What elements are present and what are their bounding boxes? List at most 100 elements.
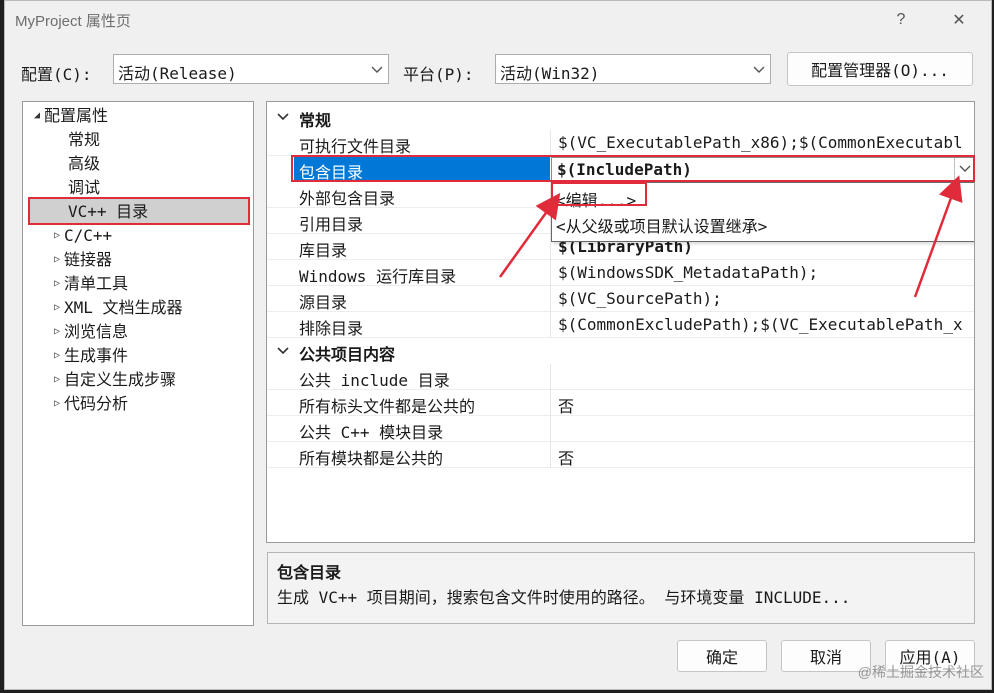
- chevron-down-icon[interactable]: [276, 110, 290, 124]
- property-row[interactable]: 可执行文件目录 $(VC_ExecutablePath_x86);$(Commo…: [267, 130, 974, 156]
- property-row[interactable]: 所有标头文件都是公共的 否: [267, 390, 974, 417]
- tree-item-cpp[interactable]: ▷ C/C++: [50, 224, 112, 248]
- property-name: 所有模块都是公共的: [299, 449, 444, 468]
- tree-item-code-analysis[interactable]: ▷ 代码分析: [50, 392, 128, 416]
- property-name: 库目录: [299, 241, 348, 260]
- description-text: 生成 VC++ 项目期间，搜索包含文件时使用的路径。 与环境变量 INCLUDE…: [277, 588, 851, 607]
- tree-item-vc-directories[interactable]: VC++ 目录: [68, 200, 148, 224]
- property-value-combo[interactable]: $(IncludePath): [551, 157, 974, 181]
- tree-item-build-events[interactable]: ▷ 生成事件: [50, 344, 128, 368]
- platform-label: 平台(P):: [403, 65, 474, 84]
- chevron-down-icon: [959, 165, 971, 172]
- close-button[interactable]: ✕: [939, 5, 979, 35]
- chevron-down-icon: [753, 66, 765, 73]
- ok-button[interactable]: 确定: [677, 640, 767, 672]
- dropdown-option-edit[interactable]: <编辑...>: [556, 187, 636, 211]
- column-divider: [550, 286, 551, 312]
- collapsed-triangle-icon[interactable]: ▷: [50, 368, 64, 392]
- property-name: 包含目录: [299, 163, 364, 182]
- column-divider: [550, 312, 551, 338]
- tree-item-linker[interactable]: ▷ 链接器: [50, 248, 112, 272]
- tree-item-debugging[interactable]: 调试: [68, 176, 100, 200]
- tree-item-label: 链接器: [64, 250, 113, 269]
- chevron-down-icon: [371, 66, 383, 73]
- property-value[interactable]: $(VC_ExecutablePath_x86);$(CommonExecuta…: [558, 133, 963, 152]
- property-name: 外部包含目录: [299, 189, 396, 208]
- config-tree: ◢ 配置属性 常规 高级 调试 VC++ 目录 ▷ C/C++ ▷ 链接器 ▷ 清单工具…: [22, 101, 254, 626]
- tree-item-config-properties[interactable]: ◢ 配置属性: [30, 104, 108, 128]
- dropdown-option-inherit[interactable]: <从父级或项目默认设置继承>: [556, 213, 767, 237]
- tree-item-label: 生成事件: [64, 346, 129, 365]
- property-name: 源目录: [299, 293, 348, 312]
- dropdown-list: <编辑...> <从父级或项目默认设置继承>: [551, 182, 974, 242]
- column-divider: [550, 442, 551, 468]
- tree-item-manifest-tool[interactable]: ▷ 清单工具: [50, 272, 128, 296]
- config-value: 活动(Release): [118, 64, 237, 83]
- property-row[interactable]: 排除目录 $(CommonExcludePath);$(VC_Executabl…: [267, 312, 974, 338]
- property-name: Windows 运行库目录: [299, 267, 457, 286]
- property-value[interactable]: 否: [558, 393, 574, 417]
- tree-item-browse-info[interactable]: ▷ 浏览信息: [50, 320, 128, 344]
- category-label: 公共项目内容: [299, 345, 396, 364]
- property-name: 公共 C++ 模块目录: [299, 423, 444, 442]
- property-row[interactable]: 源目录 $(VC_SourcePath);: [267, 286, 974, 312]
- property-grid: 常规 可执行文件目录 $(VC_ExecutablePath_x86);$(Co…: [266, 101, 975, 543]
- property-name: 公共 include 目录: [299, 371, 450, 390]
- config-combo[interactable]: 活动(Release): [113, 54, 389, 84]
- window-title: MyProject 属性页: [15, 13, 131, 30]
- property-row-selected[interactable]: 包含目录 $(IncludePath): [267, 156, 974, 182]
- property-row[interactable]: 公共 C++ 模块目录: [267, 416, 974, 442]
- expanded-triangle-icon[interactable]: ◢: [30, 104, 44, 128]
- help-icon: ?: [896, 11, 906, 28]
- collapsed-triangle-icon[interactable]: ▷: [50, 248, 64, 272]
- column-divider: [550, 364, 551, 390]
- tree-item-advanced[interactable]: 高级: [68, 152, 100, 176]
- tree-item-general[interactable]: 常规: [68, 128, 100, 152]
- tree-item-label: 配置属性: [44, 106, 109, 125]
- property-value[interactable]: $(WindowsSDK_MetadataPath);: [558, 263, 818, 282]
- tree-item-label: 浏览信息: [64, 322, 129, 341]
- tree-item-custom-build[interactable]: ▷ 自定义生成步骤: [50, 368, 176, 392]
- category-label: 常规: [299, 111, 332, 130]
- property-row[interactable]: Windows 运行库目录 $(WindowsSDK_MetadataPath)…: [267, 260, 974, 286]
- property-value[interactable]: $(CommonExcludePath);$(VC_ExecutablePath…: [558, 315, 963, 334]
- collapsed-triangle-icon[interactable]: ▷: [50, 296, 64, 320]
- dropdown-button[interactable]: [954, 158, 974, 180]
- column-divider: [550, 260, 551, 286]
- category-general[interactable]: 常规: [267, 104, 974, 130]
- title-bar: MyProject 属性页 ? ✕: [5, 1, 991, 39]
- config-label: 配置(C):: [21, 65, 92, 84]
- tree-item-label: XML 文档生成器: [64, 298, 183, 317]
- close-icon: ✕: [952, 12, 966, 29]
- property-value[interactable]: 否: [558, 445, 574, 469]
- tree-item-label: 清单工具: [64, 274, 129, 293]
- property-name: 引用目录: [299, 215, 364, 234]
- platform-value: 活动(Win32): [500, 64, 600, 83]
- platform-combo[interactable]: 活动(Win32): [495, 54, 771, 84]
- description-title: 包含目录: [277, 563, 342, 582]
- tree-item-label: 自定义生成步骤: [64, 370, 177, 389]
- column-divider: [550, 390, 551, 416]
- watermark: @稀土掘金技术社区: [857, 664, 984, 680]
- property-name: 可执行文件目录: [299, 137, 412, 156]
- chevron-down-icon[interactable]: [276, 344, 290, 358]
- column-divider: [550, 416, 551, 442]
- property-row[interactable]: 公共 include 目录: [267, 364, 974, 390]
- property-pages-window: MyProject 属性页 ? ✕ 配置(C): 活动(Release) 平台(…: [4, 0, 992, 690]
- column-divider: [550, 130, 551, 156]
- property-value[interactable]: $(IncludePath): [557, 160, 692, 179]
- help-button[interactable]: ?: [881, 5, 921, 35]
- config-manager-button[interactable]: 配置管理器(O)...: [787, 52, 973, 86]
- property-name: 所有标头文件都是公共的: [299, 397, 476, 416]
- collapsed-triangle-icon[interactable]: ▷: [50, 224, 64, 248]
- property-row[interactable]: 所有模块都是公共的 否: [267, 442, 974, 469]
- description-panel: 包含目录 生成 VC++ 项目期间，搜索包含文件时使用的路径。 与环境变量 IN…: [267, 552, 975, 624]
- collapsed-triangle-icon[interactable]: ▷: [50, 344, 64, 368]
- collapsed-triangle-icon[interactable]: ▷: [50, 320, 64, 344]
- property-value[interactable]: $(VC_SourcePath);: [558, 289, 722, 308]
- collapsed-triangle-icon[interactable]: ▷: [50, 272, 64, 296]
- tree-item-label: C/C++: [64, 226, 113, 245]
- collapsed-triangle-icon[interactable]: ▷: [50, 392, 64, 416]
- tree-item-xml-doc[interactable]: ▷ XML 文档生成器: [50, 296, 183, 320]
- category-public-project-content[interactable]: 公共项目内容: [267, 338, 974, 364]
